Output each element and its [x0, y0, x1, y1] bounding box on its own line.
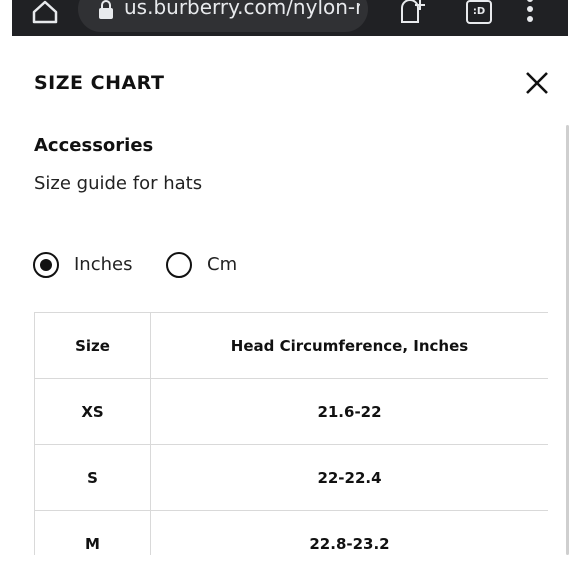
- category-heading: Accessories: [34, 135, 154, 156]
- size-cell: M: [34, 510, 151, 555]
- unit-option-label: Cm: [207, 254, 238, 275]
- scrollbar[interactable]: [566, 125, 569, 555]
- lock-icon: [99, 0, 113, 19]
- tabs-icon[interactable]: :D: [466, 0, 492, 24]
- size-guide-description: Size guide for hats: [34, 173, 203, 194]
- column-header-size: Size: [34, 312, 151, 379]
- measurement-cell: 22.8-23.2: [150, 510, 548, 555]
- radio-button-cm[interactable]: [166, 252, 192, 278]
- modal-title: SIZE CHART: [34, 72, 165, 94]
- size-cell: S: [34, 444, 151, 511]
- menu-icon[interactable]: [522, 0, 538, 24]
- radio-button-inches[interactable]: [33, 252, 59, 278]
- table-row: XS 21.6-22: [34, 378, 548, 445]
- size-cell: XS: [34, 378, 151, 445]
- unit-option-label: Inches: [74, 254, 133, 275]
- new-tab-icon[interactable]: [396, 0, 430, 26]
- address-bar-url[interactable]: us.burberry.com/nylon-r: [124, 0, 360, 19]
- measurement-cell: 22-22.4: [150, 444, 548, 511]
- browser-toolbar: us.burberry.com/nylon-r :D: [0, 0, 580, 38]
- home-icon[interactable]: [30, 0, 60, 28]
- measurement-cell: 21.6-22: [150, 378, 548, 445]
- radio-selected-dot: [40, 259, 52, 271]
- close-icon[interactable]: [524, 70, 550, 96]
- bottom-edge: [0, 555, 580, 580]
- table-row: M 22.8-23.2: [34, 510, 548, 555]
- size-table: Size Head Circumference, Inches XS 21.6-…: [34, 312, 548, 555]
- table-header-row: Size Head Circumference, Inches: [34, 312, 548, 379]
- column-header-head-circumference: Head Circumference, Inches: [150, 312, 548, 379]
- table-row: S 22-22.4: [34, 444, 548, 511]
